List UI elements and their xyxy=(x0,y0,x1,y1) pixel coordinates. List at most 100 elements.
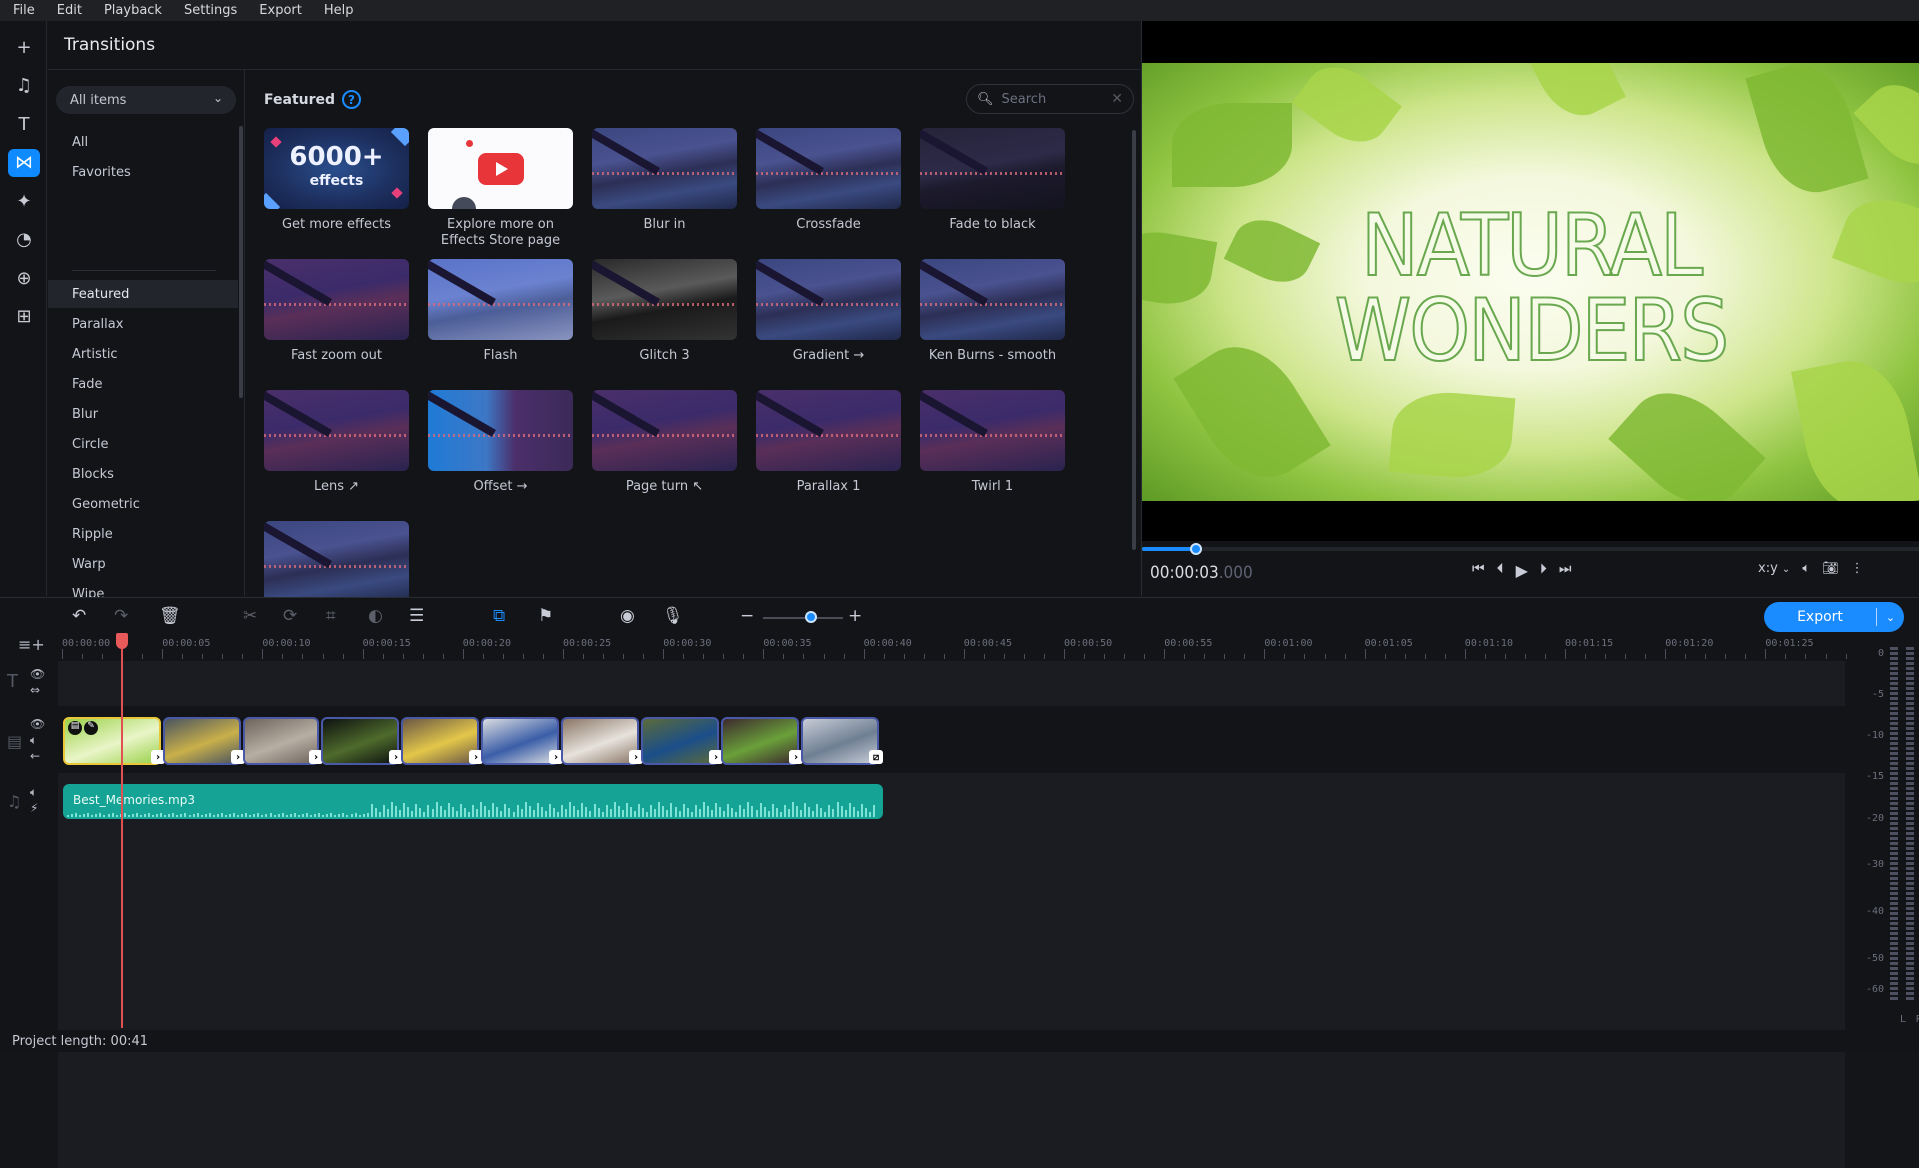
video-clip-parrot[interactable] xyxy=(721,717,799,765)
no-transition-icon[interactable]: ⧄ xyxy=(869,750,883,764)
clip-properties-icon[interactable]: ☰ xyxy=(409,606,424,626)
add-track-icon[interactable]: ≡+ xyxy=(18,635,45,654)
category-parallax[interactable]: Parallax xyxy=(48,310,238,338)
undo-icon[interactable]: ↶ xyxy=(72,606,86,626)
menu-edit[interactable]: Edit xyxy=(46,3,93,18)
transition-tile[interactable]: Twirl 1 xyxy=(920,390,1065,495)
menu-settings[interactable]: Settings xyxy=(173,3,248,18)
category-circle[interactable]: Circle xyxy=(48,430,238,458)
edit-clip-icon[interactable]: ✎ xyxy=(84,721,98,735)
mute-icon[interactable]: 🔈︎ xyxy=(30,733,37,748)
video-clip-duckling[interactable] xyxy=(401,717,479,765)
video-clip-leaves[interactable]: ▤ ✎ xyxy=(63,717,161,765)
more-tools-icon[interactable]: ⊞ xyxy=(8,303,40,331)
clear-search-icon[interactable]: ✕ xyxy=(1111,91,1123,107)
preview-frame[interactable]: NATURAL WONDERS xyxy=(1142,63,1919,501)
video-clip-owl[interactable] xyxy=(243,717,319,765)
playhead-handle[interactable] xyxy=(116,633,128,649)
redo-icon[interactable]: ↷ xyxy=(114,606,128,626)
export-button[interactable]: Export ⌄ xyxy=(1764,602,1904,632)
transition-tile[interactable]: Offset → xyxy=(428,390,573,495)
transition-tile[interactable]: Fast zoom out xyxy=(264,259,409,364)
transition-tile[interactable]: Ken Burns - smooth xyxy=(920,259,1065,364)
category-artistic[interactable]: Artistic xyxy=(48,340,238,368)
zoom-slider-handle[interactable] xyxy=(805,611,817,623)
transition-wizard-icon[interactable]: ⧉ xyxy=(493,606,505,626)
more-options-icon[interactable]: ⋮ xyxy=(1851,561,1864,576)
color-adjust-icon[interactable]: ◐ xyxy=(368,606,383,626)
transition-tile[interactable]: Parallax 1 xyxy=(756,390,901,495)
help-icon[interactable]: ? xyxy=(342,90,362,109)
video-clip-puffin[interactable] xyxy=(321,717,399,765)
audio-clip[interactable]: Best_Memories.mp3 xyxy=(63,784,883,819)
delete-icon[interactable]: 🗑︎ xyxy=(159,606,181,626)
video-clip-peacock[interactable] xyxy=(641,717,719,765)
category-fade[interactable]: Fade xyxy=(48,370,238,398)
audio-track-area[interactable] xyxy=(58,773,1845,1168)
transition-tile[interactable]: Lens ↗ xyxy=(264,390,409,495)
previous-frame-icon[interactable]: ⏴ xyxy=(1497,561,1504,580)
playhead[interactable] xyxy=(116,633,128,1028)
snapshot-icon[interactable]: 📷︎ xyxy=(1822,561,1839,576)
menu-file[interactable]: File xyxy=(0,3,46,18)
transition-tile[interactable]: Blur in xyxy=(592,128,737,233)
category-favorites[interactable]: Favorites xyxy=(48,158,238,186)
transition-tile[interactable]: 6000+ effects Get more effects xyxy=(264,128,409,233)
category-blocks[interactable]: Blocks xyxy=(48,460,238,488)
transition-tile[interactable]: Glitch 3 xyxy=(592,259,737,364)
menu-playback[interactable]: Playback xyxy=(93,3,173,18)
cut-icon[interactable]: ✂ xyxy=(243,606,257,626)
category-scrollbar[interactable] xyxy=(239,126,243,398)
video-clip-bluebird[interactable] xyxy=(481,717,559,765)
detach-audio-icon[interactable]: ← xyxy=(30,749,40,763)
transition-tile[interactable]: Fade to black xyxy=(920,128,1065,233)
link-icon[interactable]: ⇔ xyxy=(30,683,40,697)
timeline-zoom-slider[interactable] xyxy=(763,617,843,619)
category-featured[interactable]: Featured xyxy=(48,280,238,308)
crop-icon[interactable]: ⌗ xyxy=(326,606,336,626)
transition-tile[interactable]: Explore more on Effects Store page xyxy=(428,128,573,249)
playback-progress[interactable] xyxy=(1142,543,1919,555)
category-ripple[interactable]: Ripple xyxy=(48,520,238,548)
transition-tile[interactable]: Page turn ↖ xyxy=(592,390,737,495)
store-icon[interactable]: ⊕ xyxy=(8,264,40,292)
transition-tile[interactable]: Gradient → xyxy=(756,259,901,364)
webcam-record-icon[interactable]: ◉ xyxy=(620,606,635,626)
search-input[interactable]: 🔍︎ Search ✕ xyxy=(966,84,1134,114)
category-geometric[interactable]: Geometric xyxy=(48,490,238,518)
menu-help[interactable]: Help xyxy=(313,3,365,18)
export-dropdown-icon[interactable]: ⌄ xyxy=(1877,611,1904,624)
filters-icon[interactable]: ✦ xyxy=(8,187,40,215)
menu-export[interactable]: Export xyxy=(248,3,313,18)
zoom-in-icon[interactable]: + xyxy=(848,606,862,626)
stickers-icon[interactable]: ◔ xyxy=(8,226,40,254)
category-all[interactable]: All xyxy=(48,128,238,156)
text-track[interactable] xyxy=(58,661,1845,706)
play-icon[interactable]: ▶ xyxy=(1516,561,1528,580)
transition-tile[interactable] xyxy=(264,521,409,602)
video-clip-swan[interactable] xyxy=(561,717,639,765)
transition-tile[interactable]: Flash xyxy=(428,259,573,364)
mute-icon[interactable]: 🔈︎ xyxy=(30,785,37,800)
music-icon[interactable]: ♫ xyxy=(8,72,40,100)
grid-scrollbar[interactable] xyxy=(1132,130,1136,550)
transitions-icon[interactable]: ⋈ xyxy=(8,148,40,177)
titles-icon[interactable]: T xyxy=(8,110,40,138)
microphone-icon[interactable]: 🎙︎ xyxy=(662,606,684,626)
progress-handle[interactable] xyxy=(1190,543,1203,555)
timeline-ruler[interactable]: 00:00:00 00:00:05 00:00:10 00:00:15 00:00:20… xyxy=(58,635,1847,659)
category-warp[interactable]: Warp xyxy=(48,550,238,578)
rotate-icon[interactable]: ⟳ xyxy=(283,606,297,626)
visibility-icon[interactable]: 👁︎ xyxy=(30,717,45,731)
marker-flag-icon[interactable]: ⚑ xyxy=(538,606,553,626)
category-blur[interactable]: Blur xyxy=(48,400,238,428)
unlink-icon[interactable]: ⚡ xyxy=(30,801,38,815)
zoom-out-icon[interactable]: − xyxy=(740,606,754,626)
volume-icon[interactable]: 🔈︎ xyxy=(1802,561,1810,576)
video-clip-pigeon[interactable] xyxy=(801,717,879,765)
skip-to-end-icon[interactable]: ⏭ xyxy=(1559,561,1572,580)
aspect-ratio-dropdown[interactable]: x:y ⌄ xyxy=(1758,561,1790,576)
import-icon[interactable]: + xyxy=(8,33,40,61)
skip-to-start-icon[interactable]: ⏮ xyxy=(1472,561,1485,580)
video-clip-penguin[interactable] xyxy=(163,717,241,765)
